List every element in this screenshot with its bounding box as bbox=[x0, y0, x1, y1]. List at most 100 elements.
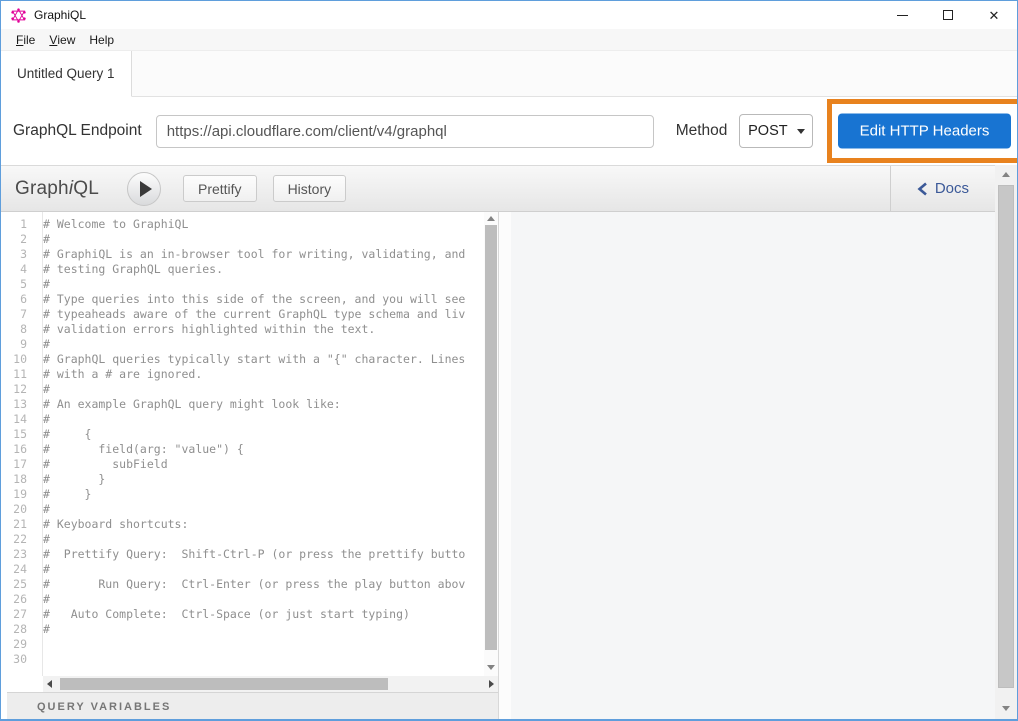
graphiql-window: GraphiQL ✕ File View Help Untitled Query… bbox=[0, 0, 1018, 721]
line-number: 18 bbox=[7, 472, 34, 487]
menu-item[interactable]: Help bbox=[82, 29, 121, 50]
window-controls: ✕ bbox=[879, 1, 1017, 29]
editor-hscroll-thumb[interactable] bbox=[60, 678, 388, 690]
edit-http-headers-button[interactable]: Edit HTTP Headers bbox=[838, 114, 1011, 149]
prettify-button[interactable]: Prettify bbox=[183, 175, 257, 202]
graphiql-logo: GraphiQL bbox=[15, 178, 99, 200]
code-text: # testing GraphQL queries. bbox=[43, 262, 223, 277]
code-text: # bbox=[43, 502, 50, 517]
line-number: 5 bbox=[7, 277, 34, 292]
chevron-down-icon bbox=[797, 129, 805, 134]
code-text: # bbox=[43, 532, 50, 547]
scroll-down-icon[interactable] bbox=[487, 665, 495, 670]
code-line: 16 # field(arg: "value") { bbox=[7, 442, 484, 457]
code-text: # bbox=[43, 232, 50, 247]
query-variables-bar[interactable]: QUERY VARIABLES bbox=[7, 692, 498, 720]
code-line: 14 # bbox=[7, 412, 484, 427]
execute-query-button[interactable] bbox=[127, 172, 161, 206]
app-scroll-thumb[interactable] bbox=[998, 185, 1014, 688]
line-number: 4 bbox=[7, 262, 34, 277]
menu-item[interactable]: File bbox=[9, 29, 42, 50]
code-line: 13 # An example GraphQL query might look… bbox=[7, 397, 484, 412]
scroll-left-icon[interactable] bbox=[47, 680, 52, 688]
query-editor[interactable]: 1 # Welcome to GraphiQL 2 # 3 # GraphiQL… bbox=[7, 212, 484, 676]
line-number: 9 bbox=[7, 337, 34, 352]
query-variables-label: QUERY VARIABLES bbox=[37, 701, 171, 713]
code-text: # Auto Complete: Ctrl-Space (or just sta… bbox=[43, 607, 410, 622]
close-icon: ✕ bbox=[989, 9, 1000, 22]
code-line: 8 # validation errors highlighted within… bbox=[7, 322, 484, 337]
docs-button[interactable]: Docs bbox=[890, 166, 995, 211]
endpoint-input[interactable] bbox=[156, 115, 654, 148]
editor-vscroll-thumb[interactable] bbox=[485, 225, 497, 650]
line-number: 28 bbox=[7, 622, 34, 637]
scroll-right-icon[interactable] bbox=[489, 680, 494, 688]
menu-item[interactable]: View bbox=[42, 29, 82, 50]
line-number: 30 bbox=[7, 652, 34, 667]
play-icon bbox=[140, 181, 152, 197]
tab-untitled-query-1[interactable]: Untitled Query 1 bbox=[1, 51, 132, 97]
code-text: # GraphiQL is an in-browser tool for wri… bbox=[43, 247, 465, 262]
code-text: # An example GraphQL query might look li… bbox=[43, 397, 341, 412]
line-number: 24 bbox=[7, 562, 34, 577]
pane-gap bbox=[499, 212, 511, 720]
code-text: # with a # are ignored. bbox=[43, 367, 202, 382]
line-number: 15 bbox=[7, 427, 34, 442]
scroll-up-icon[interactable] bbox=[1002, 172, 1010, 177]
line-number: 26 bbox=[7, 592, 34, 607]
menubar: File View Help bbox=[1, 29, 1017, 51]
line-number: 14 bbox=[7, 412, 34, 427]
line-number: 11 bbox=[7, 367, 34, 382]
code-text: # typeaheads aware of the current GraphQ… bbox=[43, 307, 465, 322]
code-line: 21 # Keyboard shortcuts: bbox=[7, 517, 484, 532]
gutter-divider bbox=[42, 212, 43, 676]
code-line: 28 # bbox=[7, 622, 484, 637]
close-button[interactable]: ✕ bbox=[971, 1, 1017, 29]
code-line: 1 # Welcome to GraphiQL bbox=[7, 217, 484, 232]
line-number: 17 bbox=[7, 457, 34, 472]
editor-vertical-scrollbar[interactable] bbox=[484, 212, 498, 676]
scroll-up-icon[interactable] bbox=[487, 216, 495, 221]
line-number: 3 bbox=[7, 247, 34, 262]
code-line: 3 # GraphiQL is an in-browser tool for w… bbox=[7, 247, 484, 262]
minimize-button[interactable] bbox=[879, 1, 925, 29]
code-text: # bbox=[43, 622, 50, 637]
line-number: 19 bbox=[7, 487, 34, 502]
code-line: 7 # typeaheads aware of the current Grap… bbox=[7, 307, 484, 322]
code-line: 22 # bbox=[7, 532, 484, 547]
line-number: 10 bbox=[7, 352, 34, 367]
maximize-icon bbox=[943, 10, 953, 20]
code-line: 6 # Type queries into this side of the s… bbox=[7, 292, 484, 307]
code-line: 2 # bbox=[7, 232, 484, 247]
line-number: 29 bbox=[7, 637, 34, 652]
maximize-button[interactable] bbox=[925, 1, 971, 29]
history-button[interactable]: History bbox=[273, 175, 347, 202]
endpoint-label: GraphQL Endpoint bbox=[13, 122, 142, 140]
line-number: 22 bbox=[7, 532, 34, 547]
line-number: 2 bbox=[7, 232, 34, 247]
method-select[interactable]: POST bbox=[739, 114, 813, 148]
minimize-icon bbox=[897, 15, 908, 16]
editor-horizontal-scrollbar[interactable] bbox=[43, 676, 498, 692]
code-text: # Welcome to GraphiQL bbox=[43, 217, 188, 232]
line-number: 8 bbox=[7, 322, 34, 337]
scroll-down-icon[interactable] bbox=[1002, 706, 1010, 711]
code-text: # bbox=[43, 562, 50, 577]
line-number: 23 bbox=[7, 547, 34, 562]
code-line: 19 # } bbox=[7, 487, 484, 502]
code-text: # { bbox=[43, 427, 91, 442]
graphiql-toolbar: GraphiQL Prettify History Docs bbox=[1, 165, 995, 212]
titlebar: GraphiQL ✕ bbox=[1, 1, 1017, 29]
line-number: 16 bbox=[7, 442, 34, 457]
code-line: 24 # bbox=[7, 562, 484, 577]
query-editor-pane: 1 # Welcome to GraphiQL 2 # 3 # GraphiQL… bbox=[7, 212, 498, 692]
app-vertical-scrollbar[interactable] bbox=[995, 165, 1017, 720]
code-text: # validation errors highlighted within t… bbox=[43, 322, 375, 337]
line-number: 20 bbox=[7, 502, 34, 517]
code-line: 5 # bbox=[7, 277, 484, 292]
code-line: 15 # { bbox=[7, 427, 484, 442]
result-pane bbox=[511, 212, 995, 720]
code-text: # Keyboard shortcuts: bbox=[43, 517, 188, 532]
code-line: 26 # bbox=[7, 592, 484, 607]
code-text: # GraphQL queries typically start with a… bbox=[43, 352, 465, 367]
